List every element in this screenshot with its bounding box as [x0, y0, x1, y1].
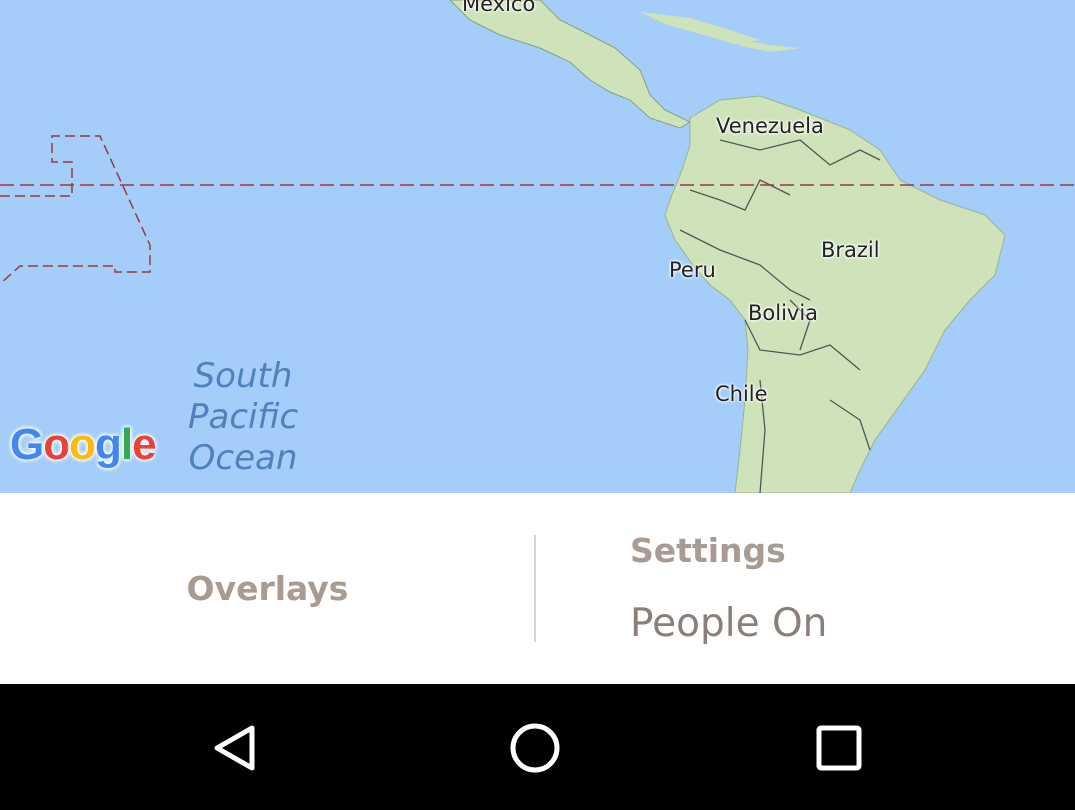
recent-apps-button[interactable]: [799, 711, 879, 785]
ocean-label-line: Pacific: [188, 397, 299, 437]
ocean-label-line: South: [193, 356, 293, 396]
bottom-panel: Overlays Settings People On: [0, 493, 1075, 684]
back-triangle-icon: [214, 725, 255, 771]
settings-button[interactable]: Settings People On: [536, 493, 1075, 684]
maritime-boundaries: [0, 135, 151, 285]
central-america-landmass: [449, 0, 692, 129]
map-canvas: [0, 0, 1075, 493]
map-label-bolivia: Bolivia: [748, 301, 819, 325]
ocean-label: South Pacific Ocean: [188, 356, 298, 479]
settings-value: People On: [630, 601, 828, 646]
ocean-label-line: Ocean: [188, 438, 298, 478]
overlays-label: Overlays: [186, 569, 349, 608]
south-america-landmass: [664, 95, 1006, 493]
map-label-mexico: Mexico: [462, 0, 536, 16]
home-circle-icon: [510, 723, 560, 773]
map-label-venezuela: Venezuela: [716, 114, 824, 138]
map-label-peru: Peru: [669, 258, 716, 282]
map-view[interactable]: Mexico Venezuela Brazil Peru Bolivia Chi…: [0, 0, 1075, 493]
overlays-button[interactable]: Overlays: [0, 493, 535, 684]
back-button[interactable]: [195, 711, 275, 785]
map-label-brazil: Brazil: [821, 238, 880, 262]
recent-apps-square-icon: [816, 725, 862, 771]
settings-title: Settings: [630, 531, 786, 570]
android-navigation-bar: [0, 684, 1075, 810]
home-button[interactable]: [496, 711, 576, 785]
google-logo: Google: [10, 420, 157, 469]
map-label-chile: Chile: [715, 382, 768, 406]
caribbean-islands: [640, 12, 760, 44]
